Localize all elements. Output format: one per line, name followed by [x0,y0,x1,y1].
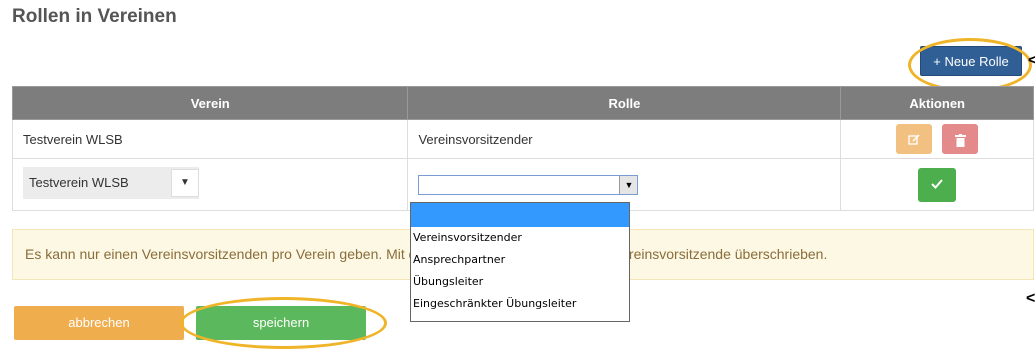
page-title: Rollen in Vereinen [12,6,177,27]
check-icon [931,179,943,190]
column-header-rolle: Rolle [407,86,842,120]
verein-select[interactable]: Testverein WLSB ▼ [23,167,199,199]
save-button[interactable]: speichern [196,306,366,340]
cell-confirm [840,158,1034,211]
column-header-verein: Verein [11,86,409,120]
rolle-dropdown-list[interactable]: Vereinsvorsitzender Ansprechpartner Übun… [410,202,630,322]
roles-table: Verein Rolle Aktionen Testverein WLSB Ve… [11,86,1034,211]
dropdown-option[interactable]: Übungsleiter [411,271,629,293]
rolle-select[interactable]: ▼ [418,174,639,195]
confirm-button[interactable] [918,167,957,202]
cell-rolle: Vereinsvorsitzender [407,119,842,159]
trash-icon [954,133,966,147]
dropdown-option[interactable]: Eingeschränkter Übungsleiter [411,293,629,315]
column-header-aktionen: Aktionen [840,86,1034,120]
cell-verein: Testverein WLSB [11,119,409,159]
dropdown-option[interactable]: Ansprechpartner [411,249,629,271]
chevron-down-icon: ▼ [171,169,199,197]
edit-button[interactable] [896,124,933,154]
edit-icon [908,134,920,145]
pointer-marker: < [1026,290,1035,307]
dropdown-option[interactable]: Vereinsvorsitzender [411,227,629,249]
cell-verein-select: Testverein WLSB ▼ [11,158,409,211]
table-row: Testverein WLSB Vereinsvorsitzender [11,119,1034,159]
cancel-button[interactable]: abbrechen [14,306,184,340]
cell-actions [840,119,1034,159]
new-role-button[interactable]: + Neue Rolle [920,46,1022,76]
delete-button[interactable] [942,124,978,154]
chevron-down-icon: ▼ [619,175,638,194]
dropdown-option[interactable] [411,203,629,227]
pointer-marker: < [1028,52,1035,69]
verein-select-value: Testverein WLSB [29,175,129,190]
